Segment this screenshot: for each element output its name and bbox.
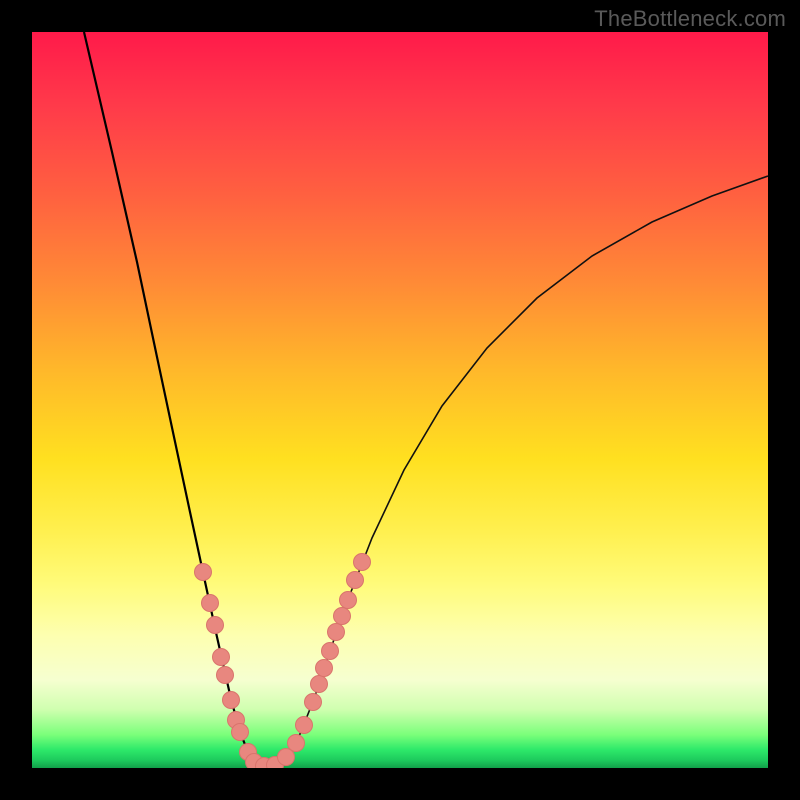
data-marker	[207, 617, 224, 634]
data-marker	[278, 749, 295, 766]
data-marker	[316, 660, 333, 677]
data-marker	[213, 649, 230, 666]
attribution-text: TheBottleneck.com	[594, 6, 786, 32]
data-marker	[334, 608, 351, 625]
data-marker	[232, 724, 249, 741]
data-marker	[328, 624, 345, 641]
data-marker	[296, 717, 313, 734]
data-marker	[322, 643, 339, 660]
chart-frame: TheBottleneck.com	[0, 0, 800, 800]
data-marker	[354, 554, 371, 571]
data-marker	[202, 595, 219, 612]
data-markers	[32, 32, 768, 768]
data-marker	[223, 692, 240, 709]
data-marker	[195, 564, 212, 581]
data-marker	[288, 735, 305, 752]
data-marker	[217, 667, 234, 684]
data-marker	[340, 592, 357, 609]
plot-area	[32, 32, 768, 768]
data-marker	[305, 694, 322, 711]
data-marker	[311, 676, 328, 693]
data-marker	[347, 572, 364, 589]
